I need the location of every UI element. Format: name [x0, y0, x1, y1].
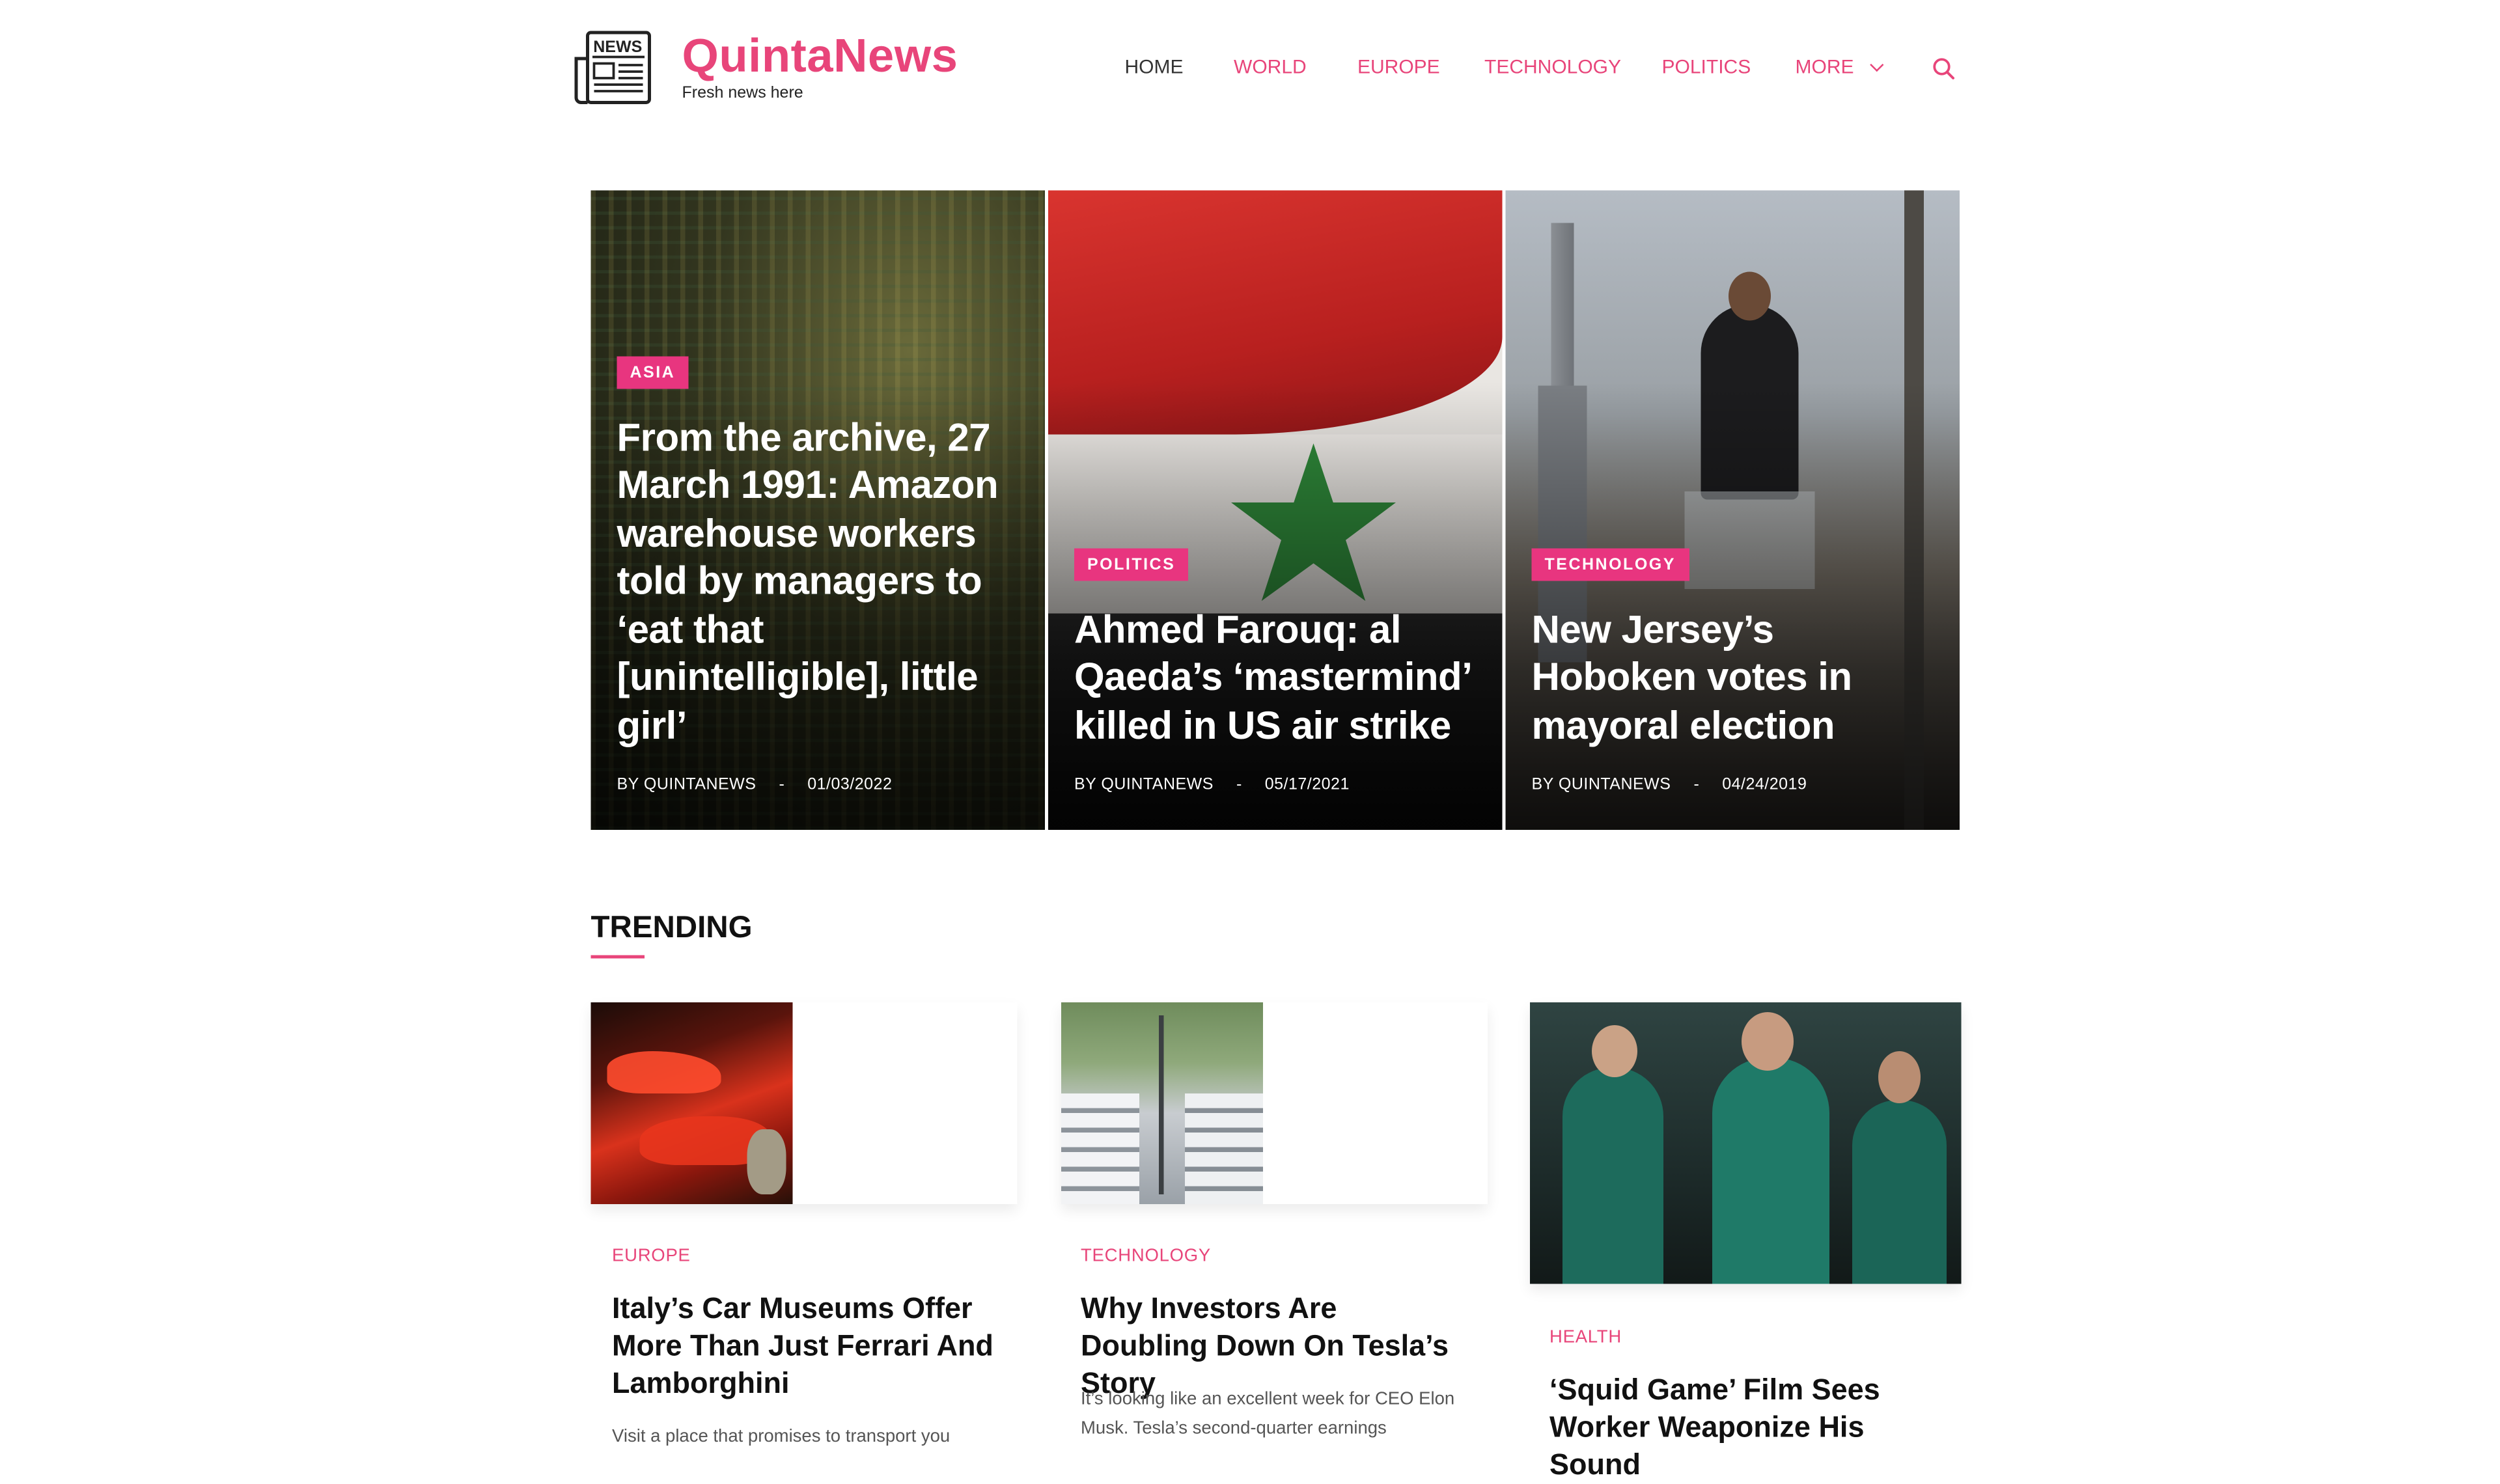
meta-separator: - — [779, 776, 785, 795]
card-image[interactable] — [1530, 1002, 1962, 1284]
nav-home[interactable]: HOME — [1125, 55, 1184, 78]
card-excerpt: Visit a place that promises to transport… — [612, 1422, 995, 1451]
heading-underline — [591, 955, 645, 959]
hero-title[interactable]: New Jersey’s Hoboken votes in mayoral el… — [1532, 606, 1938, 750]
nav-more[interactable]: MORE — [1796, 55, 1879, 78]
brand[interactable]: QuintaNews Fresh news here — [682, 28, 958, 103]
card-category[interactable]: EUROPE — [612, 1246, 691, 1266]
meta-date: 04/24/2019 — [1722, 776, 1807, 795]
trending-card: HEALTH ‘Squid Game’ Film Sees Worker Wea… — [1530, 1002, 1962, 1406]
card-category[interactable]: HEALTH — [1549, 1328, 1622, 1347]
hero-article[interactable]: ASIA From the archive, 27 March 1991: Am… — [591, 191, 1046, 831]
chevron-down-icon — [1870, 58, 1883, 72]
card-title[interactable]: Italy’s Car Museums Offer More Than Just… — [612, 1291, 1003, 1403]
trending-heading: TRENDING — [591, 911, 753, 947]
page: NEWS QuintaNews Fresh news here HOME WOR… — [0, 0, 2500, 1406]
nav-europe[interactable]: EUROPE — [1357, 55, 1440, 78]
card-image[interactable] — [591, 1002, 793, 1204]
trending-card: EUROPE Italy’s Car Museums Offer More Th… — [591, 1002, 1018, 1406]
meta-date: 01/03/2022 — [807, 776, 892, 795]
card-image[interactable] — [1061, 1002, 1263, 1204]
meta-separator: - — [1693, 776, 1699, 795]
card-title[interactable]: ‘Squid Game’ Film Sees Worker Weaponize … — [1549, 1372, 1956, 1484]
search-icon[interactable] — [1932, 57, 1955, 80]
site-tagline: Fresh news here — [682, 85, 958, 103]
nav-world[interactable]: WORLD — [1234, 55, 1307, 78]
trending-card: TECHNOLOGY Why Investors Are Doubling Do… — [1061, 1002, 1488, 1406]
hero-article[interactable]: TECHNOLOGY New Jersey’s Hoboken votes in… — [1506, 191, 1960, 831]
article-meta: BY QUINTANEWS - 05/17/2021 — [1074, 776, 1480, 795]
nav-more-label: MORE — [1796, 55, 1854, 78]
hero-title[interactable]: Ahmed Farouq: al Qaeda’s ‘mastermind’ ki… — [1074, 606, 1480, 750]
hero-article[interactable]: POLITICS Ahmed Farouq: al Qaeda’s ‘maste… — [1048, 191, 1503, 831]
meta-author[interactable]: QUINTANEWS — [644, 776, 757, 795]
hero-content: POLITICS Ahmed Farouq: al Qaeda’s ‘maste… — [1074, 547, 1480, 794]
category-badge[interactable]: POLITICS — [1074, 547, 1188, 580]
meta-date: 05/17/2021 — [1265, 776, 1350, 795]
svg-text:NEWS: NEWS — [593, 38, 642, 56]
hero-title[interactable]: From the archive, 27 March 1991: Amazon … — [617, 414, 1023, 750]
card-category[interactable]: TECHNOLOGY — [1081, 1246, 1211, 1266]
card-excerpt: It’s looking like an excellent week for … — [1081, 1385, 1480, 1444]
newspaper-logo-icon[interactable]: NEWS — [573, 29, 654, 107]
nav-technology[interactable]: TECHNOLOGY — [1484, 55, 1621, 78]
site-title[interactable]: QuintaNews — [682, 28, 958, 87]
meta-by: BY — [1532, 776, 1554, 795]
meta-author[interactable]: QUINTANEWS — [1101, 776, 1214, 795]
hero-content: TECHNOLOGY New Jersey’s Hoboken votes in… — [1532, 547, 1938, 794]
meta-by: BY — [1074, 776, 1096, 795]
category-badge[interactable]: TECHNOLOGY — [1532, 547, 1689, 580]
meta-by: BY — [617, 776, 639, 795]
nav-politics[interactable]: POLITICS — [1662, 55, 1751, 78]
article-meta: BY QUINTANEWS - 01/03/2022 — [617, 776, 1023, 795]
meta-separator: - — [1236, 776, 1242, 795]
category-badge[interactable]: ASIA — [617, 355, 689, 388]
hero-content: ASIA From the archive, 27 March 1991: Am… — [617, 355, 1023, 794]
meta-author[interactable]: QUINTANEWS — [1559, 776, 1671, 795]
article-meta: BY QUINTANEWS - 04/24/2019 — [1532, 776, 1938, 795]
